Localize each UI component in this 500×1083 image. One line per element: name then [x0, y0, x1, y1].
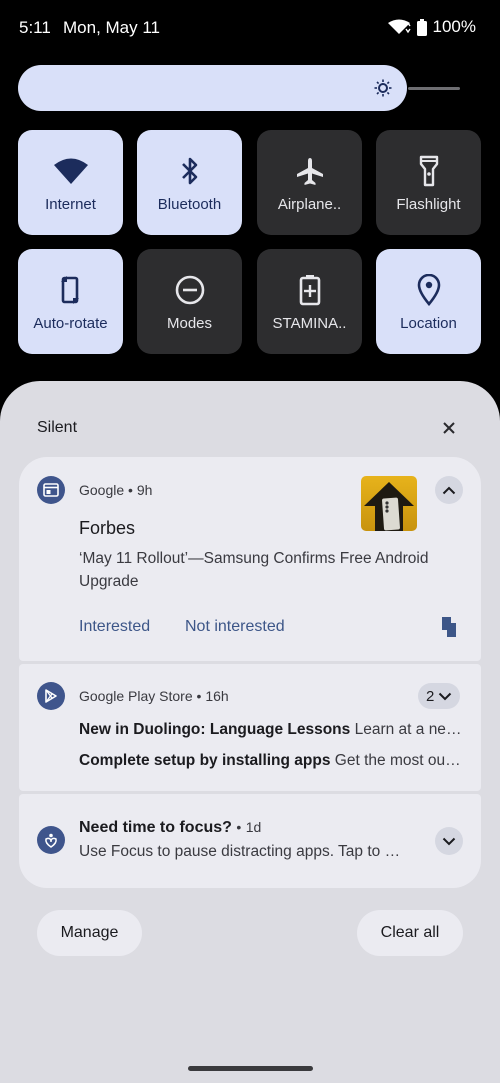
tile-stamina[interactable]: STAMINA..	[257, 249, 362, 354]
tile-internet[interactable]: Internet	[18, 130, 123, 235]
battery-percent: 100%	[432, 17, 476, 36]
status-icons: 100%	[387, 17, 476, 37]
meta-separator: •	[196, 688, 202, 704]
line-text: Get the most out…	[334, 752, 463, 769]
collapse-button[interactable]	[435, 476, 463, 504]
article-thumbnail	[361, 476, 417, 531]
expand-count-button[interactable]: 2	[418, 683, 461, 709]
expand-button[interactable]	[435, 827, 463, 855]
notification-time: 9h	[136, 482, 153, 498]
notification-count: 2	[426, 687, 435, 705]
notification-time: 1d	[245, 819, 262, 835]
meta-separator: •	[128, 482, 133, 498]
airplane-icon	[292, 154, 328, 188]
open-app-icon[interactable]	[441, 616, 457, 638]
wifi-icon	[53, 154, 89, 188]
tile-location[interactable]: Location	[376, 249, 481, 354]
digital-wellbeing-icon	[37, 826, 65, 854]
location-pin-icon	[411, 273, 447, 307]
app-name: Google	[79, 482, 125, 498]
battery-status-icon	[416, 18, 427, 36]
modes-icon	[172, 273, 208, 307]
brightness-icon	[374, 79, 392, 97]
tile-airplane[interactable]: Airplane..	[257, 130, 362, 235]
action-interested[interactable]: Interested	[79, 618, 150, 636]
tile-label: Airplane..	[277, 196, 342, 213]
brightness-track	[408, 87, 460, 90]
close-icon[interactable]	[438, 417, 460, 439]
battery-plus-icon	[292, 273, 328, 307]
tile-modes[interactable]: Modes	[137, 249, 242, 354]
tile-label: Internet	[45, 196, 96, 213]
action-not-interested[interactable]: Not interested	[185, 618, 285, 636]
tile-label: Bluetooth	[157, 196, 222, 213]
meta-separator: •	[236, 819, 242, 835]
tile-label: Flashlight	[396, 196, 461, 213]
clear-all-button[interactable]: Clear all	[357, 910, 463, 956]
play-store-app-icon	[37, 682, 65, 710]
bluetooth-icon	[172, 154, 208, 188]
tile-label: Auto-rotate	[33, 315, 108, 332]
gesture-nav-handle[interactable]	[188, 1066, 313, 1071]
notification-title: Need time to focus?	[79, 819, 232, 836]
tile-label: Modes	[166, 315, 213, 332]
notification-time: 16h	[205, 688, 229, 704]
status-time: 5:11	[19, 18, 51, 37]
chevron-down-icon	[439, 692, 452, 700]
section-header-silent: Silent	[37, 419, 78, 436]
brightness-fill	[18, 65, 407, 111]
list-item: New in Duolingo: Language Lessons Learn …	[79, 721, 463, 739]
line-title: New in Duolingo: Language Lessons	[79, 721, 351, 738]
tile-flashlight[interactable]: Flashlight	[376, 130, 481, 235]
brightness-slider[interactable]	[18, 65, 460, 111]
notification-text: Use Focus to pause distracting apps. Tap…	[79, 843, 401, 860]
manage-button[interactable]: Manage	[37, 910, 142, 956]
notification-meta: Google • 9h	[79, 482, 152, 498]
line-title: Complete setup by installing apps	[79, 752, 331, 769]
list-item: Complete setup by installing apps Get th…	[79, 752, 463, 770]
status-date: Mon, May 11	[63, 18, 161, 37]
tile-label: STAMINA..	[272, 315, 347, 332]
notification-title-row: Need time to focus? • 1d	[79, 819, 261, 837]
rotate-icon	[53, 273, 89, 307]
wifi-status-icon	[387, 19, 411, 34]
status-bar: 5:11 Mon, May 11 100%	[0, 0, 500, 55]
notification-focus[interactable]	[19, 794, 481, 888]
app-name: Google Play Store	[79, 688, 193, 704]
google-app-icon	[37, 476, 65, 504]
notification-text: ‘May 11 Rollout’—Samsung Confirms Free A…	[79, 550, 429, 590]
tile-bluetooth[interactable]: Bluetooth	[137, 130, 242, 235]
tile-auto-rotate[interactable]: Auto-rotate	[18, 249, 123, 354]
chevron-down-icon	[442, 837, 456, 845]
line-text: Learn at a new…	[354, 721, 463, 738]
notification-title: Forbes	[79, 518, 136, 538]
chevron-up-icon	[442, 486, 456, 494]
tile-label: Location	[400, 315, 457, 332]
flashlight-icon	[411, 154, 447, 188]
notification-meta: Google Play Store • 16h	[79, 688, 229, 704]
